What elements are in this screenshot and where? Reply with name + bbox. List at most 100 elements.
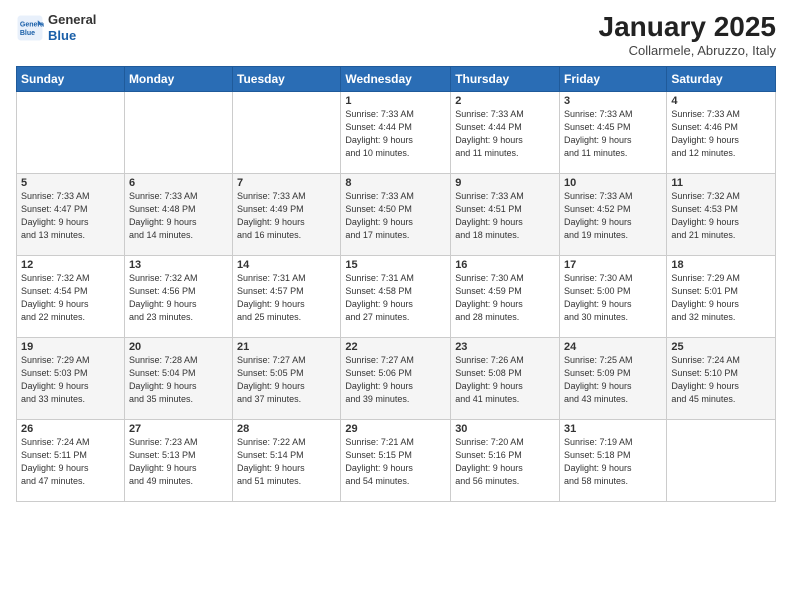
day-cell: 15Sunrise: 7:31 AM Sunset: 4:58 PM Dayli… <box>341 255 451 337</box>
day-number: 9 <box>455 177 555 189</box>
day-cell: 13Sunrise: 7:32 AM Sunset: 4:56 PM Dayli… <box>124 255 232 337</box>
day-cell: 27Sunrise: 7:23 AM Sunset: 5:13 PM Dayli… <box>124 419 232 501</box>
logo: General Blue General Blue <box>16 12 96 43</box>
day-info: Sunrise: 7:20 AM Sunset: 5:16 PM Dayligh… <box>455 436 555 488</box>
day-cell: 14Sunrise: 7:31 AM Sunset: 4:57 PM Dayli… <box>233 255 341 337</box>
day-info: Sunrise: 7:33 AM Sunset: 4:49 PM Dayligh… <box>237 190 336 242</box>
week-row-4: 19Sunrise: 7:29 AM Sunset: 5:03 PM Dayli… <box>17 337 776 419</box>
day-cell <box>667 419 776 501</box>
day-cell: 9Sunrise: 7:33 AM Sunset: 4:51 PM Daylig… <box>451 173 560 255</box>
day-info: Sunrise: 7:31 AM Sunset: 4:57 PM Dayligh… <box>237 272 336 324</box>
page: General Blue General Blue January 2025 C… <box>0 0 792 612</box>
day-info: Sunrise: 7:24 AM Sunset: 5:11 PM Dayligh… <box>21 436 120 488</box>
day-cell: 24Sunrise: 7:25 AM Sunset: 5:09 PM Dayli… <box>560 337 667 419</box>
day-info: Sunrise: 7:29 AM Sunset: 5:03 PM Dayligh… <box>21 354 120 406</box>
day-info: Sunrise: 7:24 AM Sunset: 5:10 PM Dayligh… <box>671 354 771 406</box>
day-number: 28 <box>237 423 336 435</box>
day-info: Sunrise: 7:33 AM Sunset: 4:45 PM Dayligh… <box>564 108 662 160</box>
day-info: Sunrise: 7:33 AM Sunset: 4:46 PM Dayligh… <box>671 108 771 160</box>
day-cell: 21Sunrise: 7:27 AM Sunset: 5:05 PM Dayli… <box>233 337 341 419</box>
day-cell: 1Sunrise: 7:33 AM Sunset: 4:44 PM Daylig… <box>341 91 451 173</box>
day-cell: 6Sunrise: 7:33 AM Sunset: 4:48 PM Daylig… <box>124 173 232 255</box>
title-block: January 2025 Collarmele, Abruzzo, Italy <box>599 12 776 58</box>
day-info: Sunrise: 7:29 AM Sunset: 5:01 PM Dayligh… <box>671 272 771 324</box>
header: General Blue General Blue January 2025 C… <box>16 12 776 58</box>
weekday-header-row: SundayMondayTuesdayWednesdayThursdayFrid… <box>17 66 776 91</box>
day-cell: 22Sunrise: 7:27 AM Sunset: 5:06 PM Dayli… <box>341 337 451 419</box>
day-number: 22 <box>345 341 446 353</box>
weekday-header-friday: Friday <box>560 66 667 91</box>
day-cell: 30Sunrise: 7:20 AM Sunset: 5:16 PM Dayli… <box>451 419 560 501</box>
day-cell: 26Sunrise: 7:24 AM Sunset: 5:11 PM Dayli… <box>17 419 125 501</box>
day-cell: 31Sunrise: 7:19 AM Sunset: 5:18 PM Dayli… <box>560 419 667 501</box>
day-number: 1 <box>345 95 446 107</box>
location: Collarmele, Abruzzo, Italy <box>599 43 776 58</box>
day-cell: 10Sunrise: 7:33 AM Sunset: 4:52 PM Dayli… <box>560 173 667 255</box>
day-info: Sunrise: 7:30 AM Sunset: 4:59 PM Dayligh… <box>455 272 555 324</box>
day-info: Sunrise: 7:31 AM Sunset: 4:58 PM Dayligh… <box>345 272 446 324</box>
day-number: 8 <box>345 177 446 189</box>
day-info: Sunrise: 7:26 AM Sunset: 5:08 PM Dayligh… <box>455 354 555 406</box>
day-number: 21 <box>237 341 336 353</box>
day-number: 12 <box>21 259 120 271</box>
day-number: 19 <box>21 341 120 353</box>
month-title: January 2025 <box>599 12 776 43</box>
day-cell: 5Sunrise: 7:33 AM Sunset: 4:47 PM Daylig… <box>17 173 125 255</box>
day-number: 7 <box>237 177 336 189</box>
day-info: Sunrise: 7:33 AM Sunset: 4:51 PM Dayligh… <box>455 190 555 242</box>
day-cell: 19Sunrise: 7:29 AM Sunset: 5:03 PM Dayli… <box>17 337 125 419</box>
day-info: Sunrise: 7:33 AM Sunset: 4:52 PM Dayligh… <box>564 190 662 242</box>
day-info: Sunrise: 7:22 AM Sunset: 5:14 PM Dayligh… <box>237 436 336 488</box>
logo-icon: General Blue <box>16 14 44 42</box>
day-number: 10 <box>564 177 662 189</box>
day-number: 4 <box>671 95 771 107</box>
week-row-5: 26Sunrise: 7:24 AM Sunset: 5:11 PM Dayli… <box>17 419 776 501</box>
day-number: 24 <box>564 341 662 353</box>
day-cell: 2Sunrise: 7:33 AM Sunset: 4:44 PM Daylig… <box>451 91 560 173</box>
day-number: 20 <box>129 341 228 353</box>
day-number: 25 <box>671 341 771 353</box>
day-cell: 12Sunrise: 7:32 AM Sunset: 4:54 PM Dayli… <box>17 255 125 337</box>
day-number: 15 <box>345 259 446 271</box>
day-cell: 8Sunrise: 7:33 AM Sunset: 4:50 PM Daylig… <box>341 173 451 255</box>
day-number: 31 <box>564 423 662 435</box>
day-number: 23 <box>455 341 555 353</box>
week-row-1: 1Sunrise: 7:33 AM Sunset: 4:44 PM Daylig… <box>17 91 776 173</box>
day-number: 18 <box>671 259 771 271</box>
day-number: 27 <box>129 423 228 435</box>
weekday-header-wednesday: Wednesday <box>341 66 451 91</box>
day-cell <box>124 91 232 173</box>
day-info: Sunrise: 7:25 AM Sunset: 5:09 PM Dayligh… <box>564 354 662 406</box>
day-info: Sunrise: 7:19 AM Sunset: 5:18 PM Dayligh… <box>564 436 662 488</box>
day-cell: 23Sunrise: 7:26 AM Sunset: 5:08 PM Dayli… <box>451 337 560 419</box>
week-row-2: 5Sunrise: 7:33 AM Sunset: 4:47 PM Daylig… <box>17 173 776 255</box>
day-number: 14 <box>237 259 336 271</box>
day-number: 17 <box>564 259 662 271</box>
day-info: Sunrise: 7:27 AM Sunset: 5:06 PM Dayligh… <box>345 354 446 406</box>
day-info: Sunrise: 7:33 AM Sunset: 4:44 PM Dayligh… <box>455 108 555 160</box>
day-number: 29 <box>345 423 446 435</box>
weekday-header-tuesday: Tuesday <box>233 66 341 91</box>
weekday-header-saturday: Saturday <box>667 66 776 91</box>
day-info: Sunrise: 7:23 AM Sunset: 5:13 PM Dayligh… <box>129 436 228 488</box>
day-info: Sunrise: 7:28 AM Sunset: 5:04 PM Dayligh… <box>129 354 228 406</box>
day-info: Sunrise: 7:32 AM Sunset: 4:56 PM Dayligh… <box>129 272 228 324</box>
day-cell: 4Sunrise: 7:33 AM Sunset: 4:46 PM Daylig… <box>667 91 776 173</box>
day-info: Sunrise: 7:33 AM Sunset: 4:44 PM Dayligh… <box>345 108 446 160</box>
day-number: 16 <box>455 259 555 271</box>
day-cell: 11Sunrise: 7:32 AM Sunset: 4:53 PM Dayli… <box>667 173 776 255</box>
day-info: Sunrise: 7:30 AM Sunset: 5:00 PM Dayligh… <box>564 272 662 324</box>
day-cell <box>233 91 341 173</box>
week-row-3: 12Sunrise: 7:32 AM Sunset: 4:54 PM Dayli… <box>17 255 776 337</box>
day-number: 13 <box>129 259 228 271</box>
day-cell <box>17 91 125 173</box>
day-cell: 16Sunrise: 7:30 AM Sunset: 4:59 PM Dayli… <box>451 255 560 337</box>
day-cell: 25Sunrise: 7:24 AM Sunset: 5:10 PM Dayli… <box>667 337 776 419</box>
weekday-header-thursday: Thursday <box>451 66 560 91</box>
weekday-header-monday: Monday <box>124 66 232 91</box>
svg-text:Blue: Blue <box>20 30 35 37</box>
day-cell: 28Sunrise: 7:22 AM Sunset: 5:14 PM Dayli… <box>233 419 341 501</box>
calendar: SundayMondayTuesdayWednesdayThursdayFrid… <box>16 66 776 502</box>
day-info: Sunrise: 7:33 AM Sunset: 4:47 PM Dayligh… <box>21 190 120 242</box>
day-info: Sunrise: 7:33 AM Sunset: 4:48 PM Dayligh… <box>129 190 228 242</box>
